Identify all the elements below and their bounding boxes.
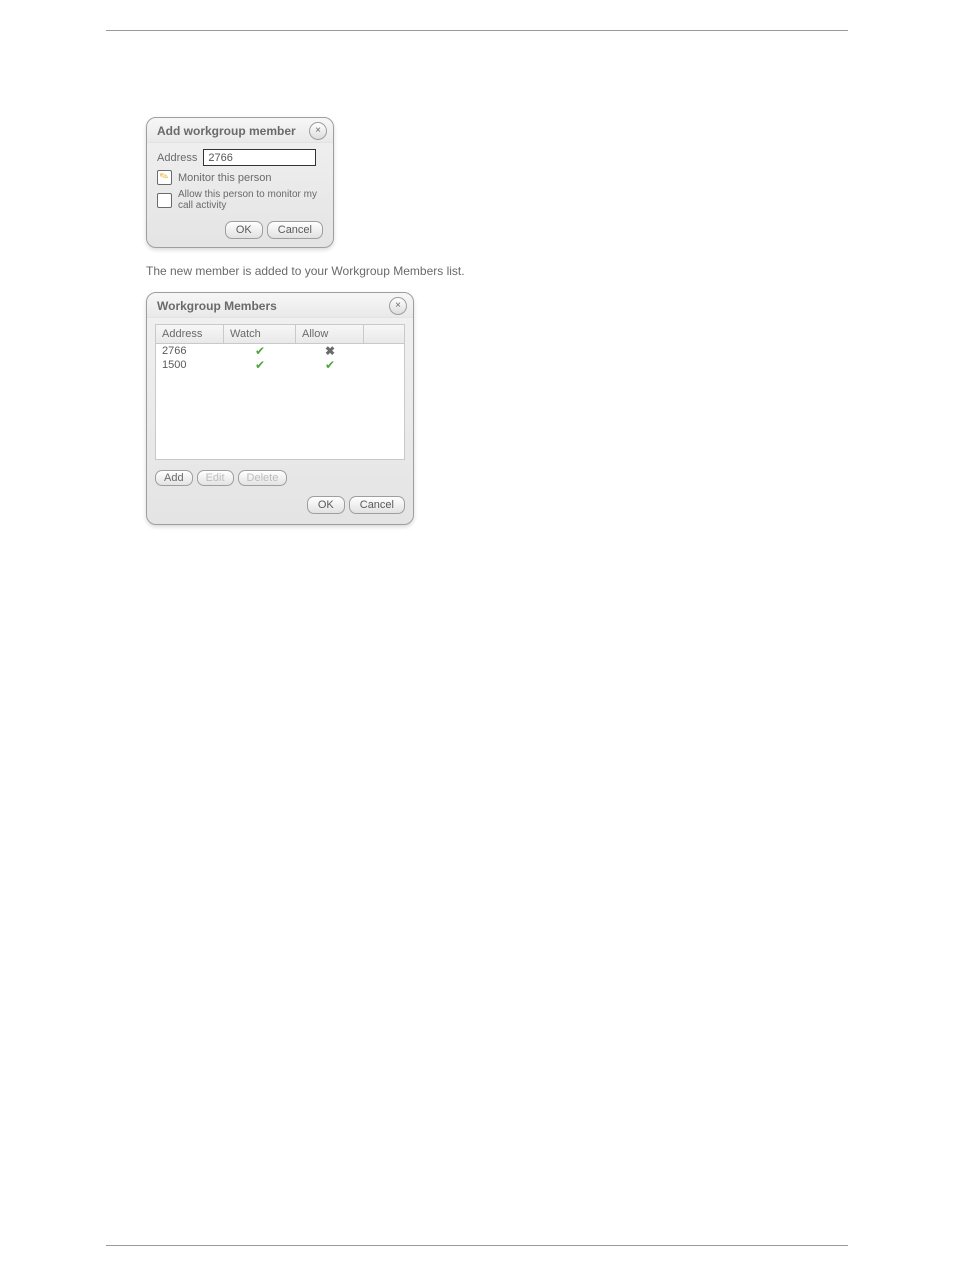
- workgroup-members-dialog: Workgroup Members × Address Watch Allow …: [146, 292, 414, 525]
- table-row[interactable]: 2766 ✔ ✖: [156, 344, 404, 358]
- col-address[interactable]: Address: [156, 325, 224, 344]
- allow-checkbox[interactable]: [157, 193, 172, 208]
- add-member-dialog: Add workgroup member × Address ✎ Monitor…: [146, 117, 334, 248]
- table-row[interactable]: 1500 ✔ ✔: [156, 358, 404, 372]
- cancel-button[interactable]: Cancel: [349, 496, 405, 514]
- ok-button[interactable]: OK: [225, 221, 263, 239]
- close-icon[interactable]: ×: [389, 297, 407, 315]
- check-icon: ✔: [255, 345, 265, 357]
- cancel-button[interactable]: Cancel: [267, 221, 323, 239]
- col-watch[interactable]: Watch: [224, 325, 296, 344]
- table-header: Address Watch Allow: [156, 325, 404, 344]
- dialog-title: Add workgroup member: [147, 118, 333, 143]
- cross-icon: ✖: [325, 345, 335, 357]
- bottom-divider: [106, 1245, 848, 1246]
- cell-address: 1500: [156, 359, 224, 371]
- allow-label: Allow this person to monitor my call act…: [178, 189, 323, 211]
- members-table: Address Watch Allow 2766 ✔ ✖ 1500 ✔ ✔: [155, 324, 405, 460]
- delete-button[interactable]: Delete: [238, 470, 288, 486]
- edit-button[interactable]: Edit: [197, 470, 234, 486]
- close-icon[interactable]: ×: [309, 122, 327, 140]
- col-allow[interactable]: Allow: [296, 325, 364, 344]
- cell-allow: ✔: [296, 359, 364, 371]
- add-button[interactable]: Add: [155, 470, 193, 486]
- ok-button[interactable]: OK: [307, 496, 345, 514]
- check-icon: ✔: [325, 359, 335, 371]
- col-spacer: [364, 325, 404, 344]
- check-icon: ✔: [255, 359, 265, 371]
- address-input[interactable]: [203, 149, 316, 166]
- cell-allow: ✖: [296, 345, 364, 357]
- dialog-title: Workgroup Members: [147, 293, 413, 318]
- cell-watch: ✔: [224, 359, 296, 371]
- cell-watch: ✔: [224, 345, 296, 357]
- monitor-label: Monitor this person: [178, 172, 272, 184]
- monitor-checkbox[interactable]: ✎: [157, 170, 172, 185]
- address-label: Address: [157, 152, 197, 164]
- pencil-icon: ✎: [158, 171, 170, 184]
- cell-address: 2766: [156, 345, 224, 357]
- caption-text: The new member is added to your Workgrou…: [146, 264, 848, 278]
- top-divider: [106, 30, 848, 31]
